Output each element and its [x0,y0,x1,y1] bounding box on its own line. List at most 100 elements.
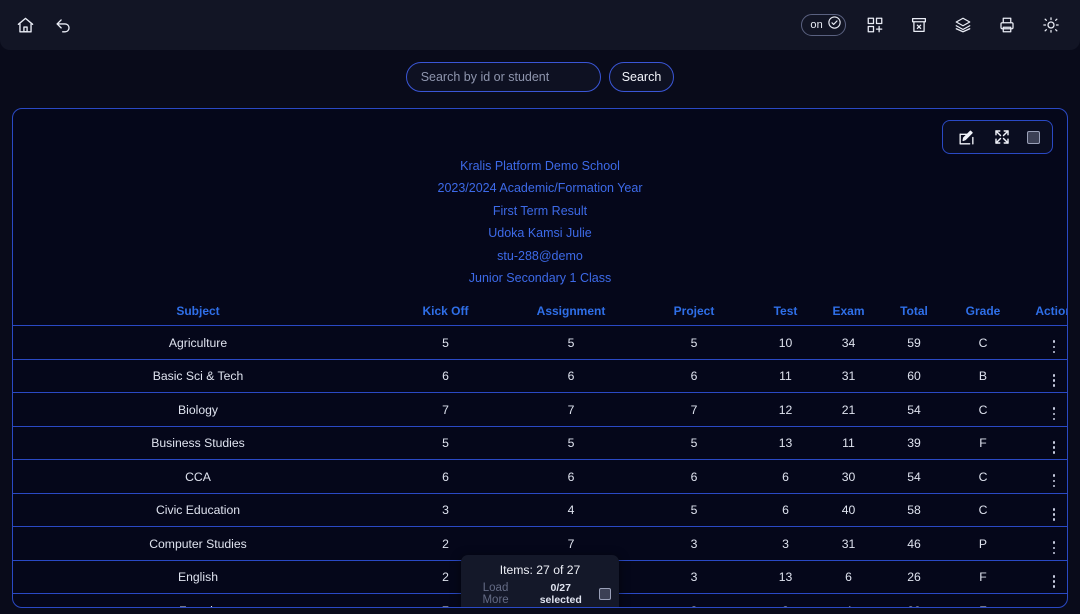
cell-action [1018,493,1067,528]
cell-action [1018,560,1067,595]
cell-project: 3 [634,593,754,607]
cell-subject: Biology [13,392,383,427]
cell-action [1018,526,1067,561]
cell-test: 11 [754,359,817,394]
check-circle-icon [827,15,842,35]
result-card: Kralis Platform Demo School 2023/2024 Ac… [12,108,1068,608]
cell-grade: C [948,493,1018,528]
row-menu-icon[interactable] [1052,440,1056,454]
row-menu-icon[interactable] [1052,541,1056,555]
expand-icon[interactable] [991,126,1013,148]
cell-kick_off: 5 [383,325,508,360]
column-header-exam[interactable]: Exam [817,301,880,327]
select-all-checkbox[interactable] [599,588,612,600]
items-count-label: Items: 27 of 27 [499,563,581,577]
cell-total: 26 [880,560,948,595]
card-toolbar [942,120,1053,154]
table-row[interactable]: CCA 6 6 6 6 30 54 C [13,459,1067,494]
edit-icon[interactable] [955,126,977,148]
cell-project: 5 [634,493,754,528]
meta-student-name: Udoka Kamsi Julie [488,226,592,241]
search-button[interactable]: Search [608,62,675,92]
cell-action [1018,426,1067,461]
cell-grade: C [948,459,1018,494]
meta-school: Kralis Platform Demo School [460,159,620,173]
search-input[interactable] [405,62,601,92]
grid-plus-icon[interactable] [860,10,890,40]
row-menu-icon[interactable] [1052,373,1056,387]
cell-subject: Civic Education [13,493,383,528]
brightness-icon[interactable] [1036,10,1066,40]
column-header-project[interactable]: Project [634,301,754,327]
cell-grade: F [948,593,1018,607]
cell-grade: F [948,560,1018,595]
cell-exam: 31 [817,526,880,561]
meta-student-id: stu-288@demo [497,248,583,263]
cell-subject: Basic Sci & Tech [13,359,383,394]
cell-total: 20 [880,593,948,607]
cell-action [1018,325,1067,360]
column-header-grade[interactable]: Grade [948,301,1018,327]
back-arrow-icon[interactable] [48,10,78,40]
cell-test: 3 [754,526,817,561]
table-row[interactable]: Business Studies 5 5 5 13 11 39 F [13,426,1067,461]
layers-icon[interactable] [948,10,978,40]
cell-project: 5 [634,325,754,360]
column-header-total[interactable]: Total [880,301,948,327]
cell-total: 54 [880,392,948,427]
meta-class: Junior Secondary 1 Class [468,271,612,286]
row-menu-icon[interactable] [1052,574,1056,588]
cell-kick_off: 7 [383,392,508,427]
cell-project: 3 [634,526,754,561]
table-row[interactable]: Agriculture 5 5 5 10 34 59 C [13,325,1067,360]
column-header-assignment[interactable]: Assignment [508,301,634,327]
row-menu-icon[interactable] [1052,474,1056,488]
cell-subject: Agriculture [13,325,383,360]
column-header-test[interactable]: Test [754,301,817,327]
meta-session: 2023/2024 Academic/Formation Year [437,181,643,196]
archive-delete-icon[interactable] [904,10,934,40]
cell-action [1018,593,1067,607]
cell-grade: F [948,426,1018,461]
cell-total: 58 [880,493,948,528]
cell-subject: Computer Studies [13,526,383,561]
cell-action [1018,359,1067,394]
column-header-kick-off[interactable]: Kick Off [383,301,508,327]
table-header-row: Subject Kick Off Assignment Project Test… [13,301,1067,327]
cell-test: 13 [754,426,817,461]
top-toolbar: on [0,0,1080,50]
cell-grade: P [948,526,1018,561]
cell-grade: C [948,392,1018,427]
cell-total: 60 [880,359,948,394]
row-menu-icon[interactable] [1052,507,1056,521]
cell-project: 5 [634,426,754,461]
cell-assignment: 6 [508,459,634,494]
cell-grade: C [948,325,1018,360]
printer-icon[interactable] [992,10,1022,40]
cell-action [1018,392,1067,427]
column-header-subject[interactable]: Subject [13,301,383,327]
table-row[interactable]: Biology 7 7 7 12 21 54 C [13,392,1067,427]
home-icon[interactable] [10,10,40,40]
cell-exam: 6 [817,560,880,595]
load-more-button[interactable]: Load More [469,582,522,606]
cell-kick_off: 5 [383,426,508,461]
toolbar-left-group [10,10,78,40]
cell-exam: 30 [817,459,880,494]
status-toggle-label: on [810,18,823,31]
cell-total: 39 [880,426,948,461]
cell-project: 7 [634,392,754,427]
toolbar-right-group: on [801,10,1066,40]
table-row[interactable]: Basic Sci & Tech 6 6 6 11 31 60 B [13,359,1067,394]
cell-assignment: 5 [508,325,634,360]
column-header-action: Action [1018,301,1067,327]
row-menu-icon[interactable] [1052,407,1056,421]
select-checkbox[interactable] [1027,130,1040,144]
row-menu-icon[interactable] [1052,340,1056,354]
cell-exam: 31 [817,359,880,394]
status-toggle[interactable]: on [801,14,846,36]
table-head: Subject Kick Off Assignment Project Test… [13,301,1067,327]
selected-count-label: 0/27 selected [539,582,582,606]
table-row[interactable]: Civic Education 3 4 5 6 40 58 C [13,493,1067,528]
cell-assignment: 7 [508,392,634,427]
